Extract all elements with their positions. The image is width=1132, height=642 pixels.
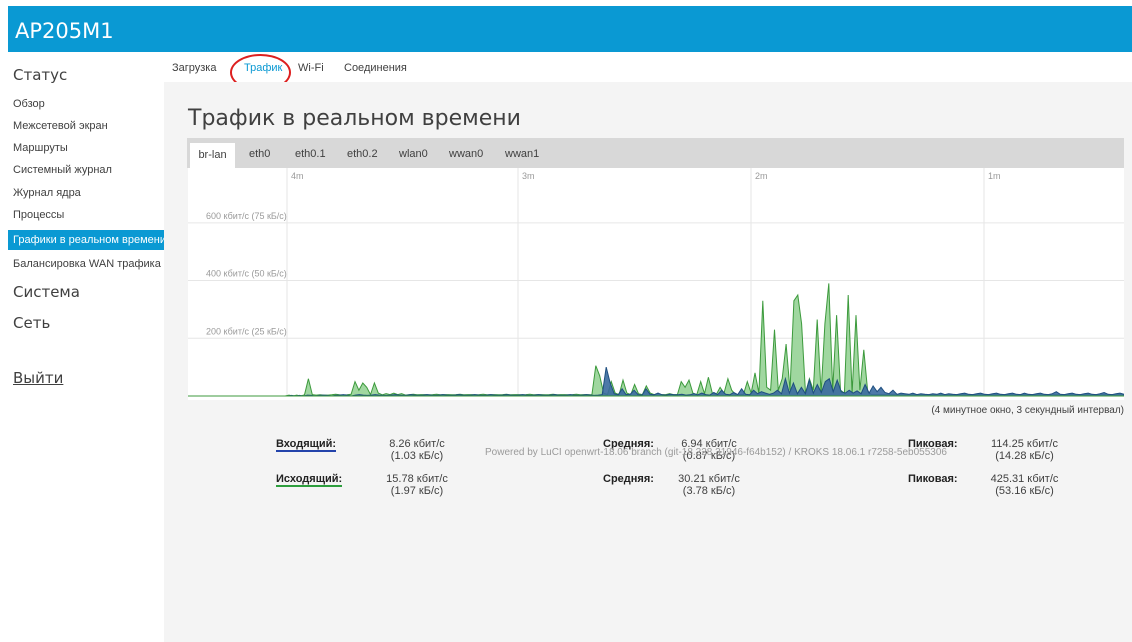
outbound-avg-label: Средняя: [603,473,654,485]
outbound-avg: 30.21 кбит/с (3.78 кБ/с) [678,473,740,497]
traffic-chart: 600 кбит/с (75 кБ/с) 400 кбит/с (50 кБ/с)… [188,168,1124,400]
tab-wifi[interactable]: Wi-Fi [298,62,324,74]
sidebar-item-routes[interactable]: Маршруты [13,142,68,154]
interface-tabs: br-lan eth0 eth0.1 eth0.2 wlan0 wwan0 ww… [187,138,1124,168]
logout-link[interactable]: Выйти [13,369,63,387]
x-tick-label: 3m [522,171,535,181]
tab-load[interactable]: Загрузка [172,62,216,74]
tab-eth0-2[interactable]: eth0.2 [347,148,378,160]
x-tick-label: 2m [755,171,768,181]
sidebar-item-syslog[interactable]: Системный журнал [13,164,112,176]
y-tick-label: 400 кбит/с (50 кБ/с) [206,269,287,279]
tab-eth0-1[interactable]: eth0.1 [295,148,326,160]
outbound-peak: 425.31 кбит/с (53.16 кБ/с) [990,473,1059,497]
outbound-peak-label: Пиковая: [908,473,958,485]
sidebar-section-status[interactable]: Статус [13,66,67,84]
outbound-current: 15.78 кбит/с (1.97 кБ/с) [386,473,448,497]
tab-wwan0[interactable]: wwan0 [449,148,483,160]
sidebar: Статус Обзор Межсетевой экран Маршруты С… [8,52,165,642]
window-note: (4 минутное окно, 3 секундный интервал) [931,405,1124,416]
tab-connections[interactable]: Соединения [344,62,407,74]
inbound-current: 8.26 кбит/с (1.03 кБ/с) [389,438,445,462]
tab-wwan1[interactable]: wwan1 [505,148,539,160]
tab-wlan0[interactable]: wlan0 [399,148,428,160]
tab-br-lan[interactable]: br-lan [190,143,235,168]
x-tick-label: 1m [988,171,1001,181]
inbound-peak: 114.25 кбит/с (14.28 кБ/с) [991,438,1058,462]
sidebar-item-overview[interactable]: Обзор [13,98,45,110]
sidebar-item-kernel-log[interactable]: Журнал ядра [13,187,81,199]
app-header: AP205M1 [8,6,1132,52]
main-content: Трафик в реальном времени br-lan eth0 et… [164,82,1132,642]
x-tick-label: 4m [291,171,304,181]
tab-bar: Загрузка Трафик Wi-Fi Соединения [164,52,1132,82]
sidebar-item-wan-balancing[interactable]: Балансировка WAN трафика [13,258,161,270]
y-tick-label: 200 кбит/с (25 кБ/с) [206,326,287,336]
footer-version: Powered by LuCI openwrt-18.06 branch (gi… [485,447,947,458]
sidebar-item-firewall[interactable]: Межсетевой экран [13,120,108,132]
sidebar-item-realtime-graphs[interactable]: Графики в реальном времени [8,230,164,250]
y-tick-label: 600 кбит/с (75 кБ/с) [206,211,287,221]
tab-eth0[interactable]: eth0 [249,148,270,160]
brand-title[interactable]: AP205M1 [15,19,114,43]
page-title: Трафик в реальном времени [188,106,521,131]
sidebar-section-network[interactable]: Сеть [13,314,50,332]
outbound-label: Исходящий: [276,473,343,487]
sidebar-item-processes[interactable]: Процессы [13,209,64,221]
inbound-label: Входящий: [276,438,337,452]
sidebar-section-system[interactable]: Система [13,283,80,301]
